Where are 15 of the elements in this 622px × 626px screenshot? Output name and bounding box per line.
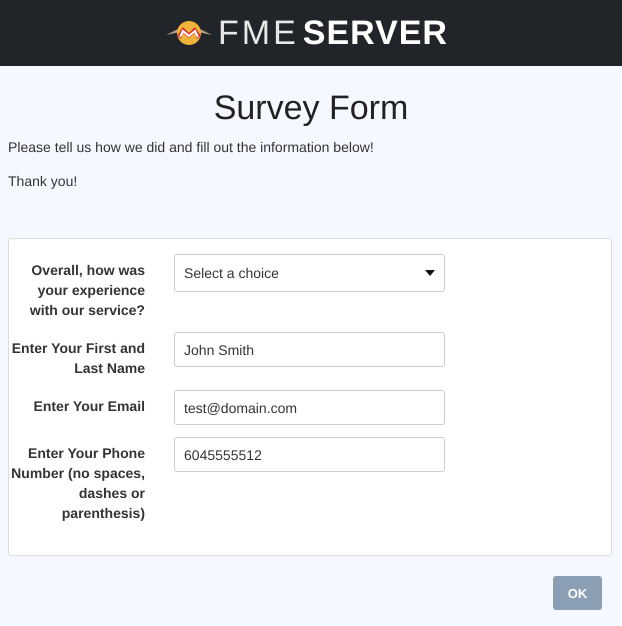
- field-label: Enter Your Phone Number (no spaces, dashes or parenthesis): [10, 444, 145, 523]
- field-label: Enter Your First and Last Name: [10, 339, 145, 378]
- intro-text: Thank you!: [8, 172, 78, 190]
- input-field[interactable]: John Smith: [174, 332, 445, 367]
- field-label: Enter Your Email: [32, 397, 145, 416]
- input-field[interactable]: 6045555512: [174, 437, 445, 472]
- form-title: Survey Form: [212, 88, 410, 128]
- caret-icon: [425, 270, 435, 276]
- choice-dropdown[interactable]: Select a choice: [174, 254, 445, 292]
- input-field[interactable]: test@domain.com: [174, 390, 445, 425]
- logo-text: FME: [218, 14, 299, 52]
- logo-text: SERVER: [302, 14, 448, 52]
- logo-icon: [164, 18, 214, 48]
- intro-text: Please tell us how we did and fill out the information below!: [8, 138, 375, 156]
- field-label: Overall, how was your experience with our service?: [28, 261, 145, 320]
